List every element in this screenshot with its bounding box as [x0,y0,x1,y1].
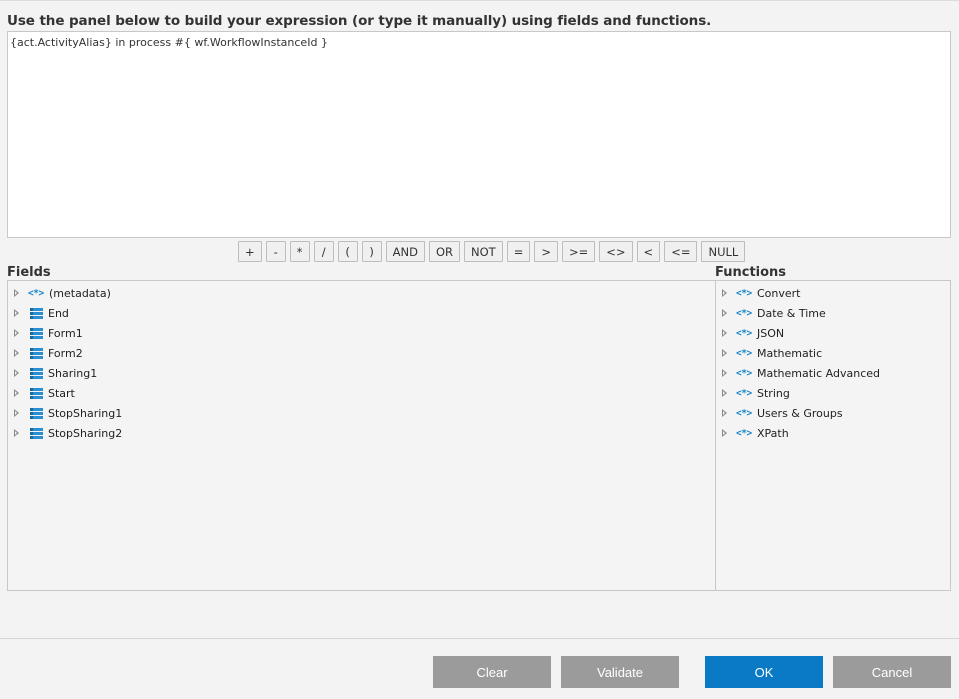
tree-item-json[interactable]: <*> JSON [716,323,950,343]
tree-item-label: Form2 [48,346,83,360]
validate-button[interactable]: Validate [561,656,679,688]
cancel-button[interactable]: Cancel [833,656,951,688]
function-icon: <*> [736,407,752,419]
function-icon: <*> [28,287,44,299]
instruction-text: Use the panel below to build your expres… [7,13,712,29]
fields-heading: Fields [7,265,51,280]
tree-item-mathematic-advanced[interactable]: <*> Mathematic Advanced [716,363,950,383]
clear-button[interactable]: Clear [433,656,551,688]
tree-item-label: String [757,386,790,400]
expand-arrow-icon[interactable] [14,309,19,317]
tree-item-label: Form1 [48,326,83,340]
fields-tree: <*> (metadata) End Form1 Form2 Sharing1 … [8,281,715,443]
tree-item-label: StopSharing2 [48,426,123,440]
tree-item-users-groups[interactable]: <*> Users & Groups [716,403,950,423]
expand-arrow-icon[interactable] [722,389,727,397]
tree-item-date-time[interactable]: <*> Date & Time [716,303,950,323]
expand-arrow-icon[interactable] [14,369,19,377]
form-icon [30,407,43,419]
tree-item-label: End [48,306,69,320]
operator-equals-button[interactable]: = [506,241,531,262]
form-icon [30,307,43,319]
operator-multiply-button[interactable]: * [289,241,310,262]
operator-divide-button[interactable]: / [313,241,334,262]
expand-arrow-icon[interactable] [722,309,727,317]
operator-greater-button[interactable]: > [534,241,558,262]
operator-open-paren-button[interactable]: ( [337,241,358,262]
operator-or-button[interactable]: OR [428,241,461,262]
tree-item-mathematic[interactable]: <*> Mathematic [716,343,950,363]
function-icon: <*> [736,287,752,299]
expand-arrow-icon[interactable] [722,289,727,297]
function-icon: <*> [736,327,752,339]
tree-item-label: Sharing1 [48,366,98,380]
expand-arrow-icon[interactable] [14,409,19,417]
operator-toolbar: + - * / ( ) AND OR NOT = > >= <> < <= NU… [238,241,746,262]
tree-item-label: Start [48,386,75,400]
expand-arrow-icon[interactable] [722,349,727,357]
expand-arrow-icon[interactable] [722,329,727,337]
tree-item-form2[interactable]: Form2 [8,343,715,363]
tree-item-metadata[interactable]: <*> (metadata) [8,283,715,303]
form-icon [30,427,43,439]
form-icon [30,367,43,379]
tree-item-form1[interactable]: Form1 [8,323,715,343]
operator-minus-button[interactable]: - [265,241,286,262]
operator-and-button[interactable]: AND [385,241,425,262]
functions-tree: <*> Convert <*> Date & Time <*> JSON <*>… [716,281,950,443]
operator-less-button[interactable]: < [636,241,661,262]
tree-item-convert[interactable]: <*> Convert [716,283,950,303]
tree-item-label: Users & Groups [757,406,843,420]
function-icon: <*> [736,427,752,439]
operator-greater-equal-button[interactable]: >= [561,241,596,262]
operator-plus-button[interactable]: + [238,241,262,262]
tree-item-stopsharing2[interactable]: StopSharing2 [8,423,715,443]
tree-item-start[interactable]: Start [8,383,715,403]
expand-arrow-icon[interactable] [14,289,19,297]
tree-item-string[interactable]: <*> String [716,383,950,403]
tree-item-stopsharing1[interactable]: StopSharing1 [8,403,715,423]
tree-item-sharing1[interactable]: Sharing1 [8,363,715,383]
function-icon: <*> [736,347,752,359]
tree-item-label: JSON [757,326,785,340]
expand-arrow-icon[interactable] [722,409,727,417]
expand-arrow-icon[interactable] [14,329,19,337]
operator-less-equal-button[interactable]: <= [664,241,698,262]
tree-item-xpath[interactable]: <*> XPath [716,423,950,443]
tree-item-end[interactable]: End [8,303,715,323]
form-icon [30,387,43,399]
expand-arrow-icon[interactable] [722,429,727,437]
tree-item-label: Mathematic Advanced [757,366,880,380]
operator-not-button[interactable]: NOT [464,241,503,262]
operator-null-button[interactable]: NULL [701,241,746,262]
tree-item-label: Mathematic [757,346,823,360]
tree-item-label: Convert [757,286,801,300]
expand-arrow-icon[interactable] [14,349,19,357]
operator-not-equal-button[interactable]: <> [599,241,633,262]
functions-panel: <*> Convert <*> Date & Time <*> JSON <*>… [715,280,951,591]
expand-arrow-icon[interactable] [14,389,19,397]
form-icon [30,327,43,339]
operator-close-paren-button[interactable]: ) [361,241,382,262]
footer-divider [0,638,959,639]
fields-panel: <*> (metadata) End Form1 Form2 Sharing1 … [7,280,716,591]
expression-editor[interactable]: {act.ActivityAlias} in process #{ wf.Wor… [7,31,951,238]
function-icon: <*> [736,387,752,399]
top-divider [0,0,959,1]
functions-heading: Functions [715,265,787,280]
function-icon: <*> [736,367,752,379]
tree-item-label: StopSharing1 [48,406,123,420]
tree-item-label: Date & Time [757,306,826,320]
tree-item-label: XPath [757,426,789,440]
expand-arrow-icon[interactable] [722,369,727,377]
tree-item-label: (metadata) [49,286,111,300]
ok-button[interactable]: OK [705,656,823,688]
form-icon [30,347,43,359]
expand-arrow-icon[interactable] [14,429,19,437]
function-icon: <*> [736,307,752,319]
